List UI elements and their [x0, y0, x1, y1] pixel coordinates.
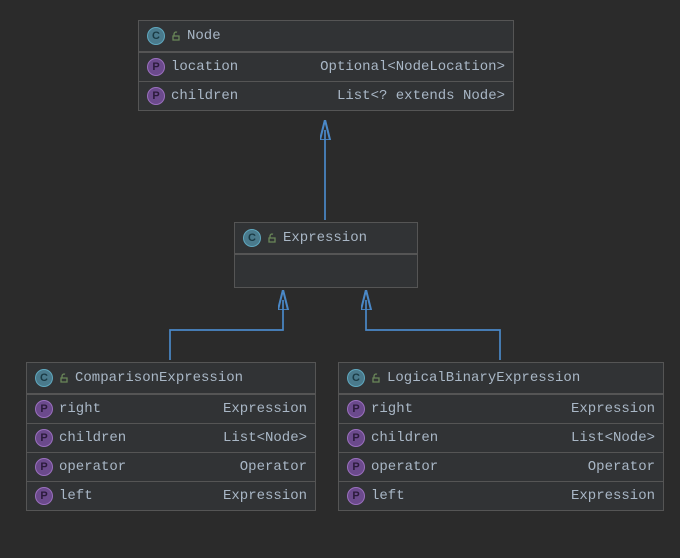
empty-body	[235, 255, 417, 287]
property-type: Expression	[547, 401, 655, 417]
class-name: Node	[187, 28, 221, 44]
class-icon: C	[35, 369, 53, 387]
property-icon: P	[347, 429, 365, 447]
class-node: C Node P location Optional<NodeLocation>…	[138, 20, 514, 111]
property-type: List<Node>	[199, 430, 307, 446]
class-comparison-expression: C ComparisonExpression P right Expressio…	[26, 362, 316, 511]
property-row: P right Expression	[27, 395, 315, 423]
property-type: List<Node>	[547, 430, 655, 446]
property-name: location	[171, 59, 238, 75]
property-icon: P	[347, 458, 365, 476]
property-row: P location Optional<NodeLocation>	[139, 53, 513, 81]
class-icon: C	[243, 229, 261, 247]
unlock-icon	[371, 373, 381, 383]
property-name: left	[59, 488, 93, 504]
property-name: operator	[371, 459, 438, 475]
property-name: children	[171, 88, 238, 104]
class-name: LogicalBinaryExpression	[387, 370, 580, 386]
class-header: C Node	[139, 21, 513, 52]
property-type: Operator	[216, 459, 307, 475]
property-row: P children List<? extends Node>	[139, 81, 513, 110]
unlock-icon	[59, 373, 69, 383]
property-name: children	[371, 430, 438, 446]
property-icon: P	[35, 429, 53, 447]
class-icon: C	[147, 27, 165, 45]
property-icon: P	[35, 487, 53, 505]
property-name: children	[59, 430, 126, 446]
class-name: Expression	[283, 230, 367, 246]
property-type: Operator	[564, 459, 655, 475]
class-header: C Expression	[235, 223, 417, 254]
property-row: P left Expression	[339, 481, 663, 510]
class-logical-binary-expression: C LogicalBinaryExpression P right Expres…	[338, 362, 664, 511]
property-name: right	[59, 401, 101, 417]
property-icon: P	[147, 58, 165, 76]
class-name: ComparisonExpression	[75, 370, 243, 386]
property-icon: P	[35, 458, 53, 476]
class-expression: C Expression	[234, 222, 418, 288]
property-type: Expression	[199, 401, 307, 417]
property-row: P children List<Node>	[339, 423, 663, 452]
unlock-icon	[171, 31, 181, 41]
property-row: P children List<Node>	[27, 423, 315, 452]
class-header: C ComparisonExpression	[27, 363, 315, 394]
property-name: operator	[59, 459, 126, 475]
property-type: List<? extends Node>	[313, 88, 505, 104]
property-row: P left Expression	[27, 481, 315, 510]
property-type: Expression	[547, 488, 655, 504]
property-icon: P	[347, 400, 365, 418]
unlock-icon	[267, 233, 277, 243]
property-row: P right Expression	[339, 395, 663, 423]
property-icon: P	[147, 87, 165, 105]
property-row: P operator Operator	[339, 452, 663, 481]
property-name: left	[371, 488, 405, 504]
property-type: Expression	[199, 488, 307, 504]
property-icon: P	[35, 400, 53, 418]
property-name: right	[371, 401, 413, 417]
class-icon: C	[347, 369, 365, 387]
property-type: Optional<NodeLocation>	[296, 59, 505, 75]
class-header: C LogicalBinaryExpression	[339, 363, 663, 394]
property-row: P operator Operator	[27, 452, 315, 481]
property-icon: P	[347, 487, 365, 505]
